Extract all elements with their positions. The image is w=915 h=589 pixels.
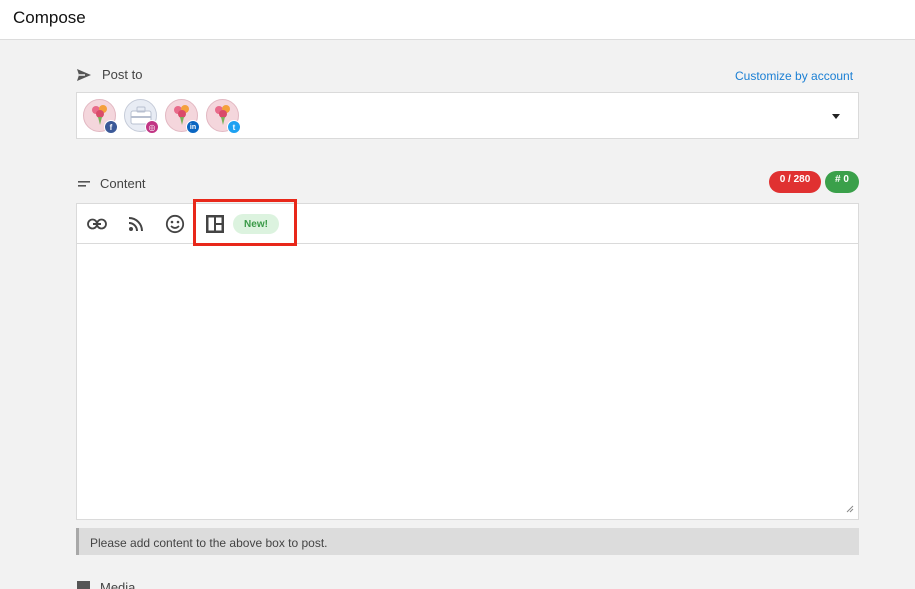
instagram-icon: ◎ bbox=[145, 120, 159, 134]
highlight-box bbox=[193, 199, 297, 246]
content-text: Content bbox=[100, 176, 146, 191]
twitter-icon: t bbox=[227, 120, 241, 134]
image-icon bbox=[77, 581, 90, 589]
short-text-icon bbox=[78, 180, 90, 187]
account-avatar-instagram[interactable]: ◎ bbox=[124, 99, 159, 134]
linkedin-icon: in bbox=[186, 120, 200, 134]
facebook-icon: f bbox=[104, 120, 118, 134]
content-label: Content bbox=[78, 176, 146, 191]
post-to-label: Post to bbox=[76, 67, 142, 82]
character-count-badge: 0 / 280 bbox=[769, 171, 821, 193]
rss-feed-button[interactable] bbox=[125, 213, 147, 235]
page-header: Compose bbox=[0, 0, 915, 40]
customize-by-account-link[interactable]: Customize by account bbox=[735, 69, 853, 83]
hashtag-count-badge: # 0 bbox=[825, 171, 859, 193]
content-editor: New! bbox=[76, 203, 859, 520]
link-icon bbox=[87, 218, 107, 230]
account-selector[interactable]: f ◎ in t bbox=[76, 92, 859, 139]
account-avatar-twitter[interactable]: t bbox=[206, 99, 241, 134]
account-avatar-linkedin[interactable]: in bbox=[165, 99, 200, 134]
rss-icon bbox=[128, 217, 143, 232]
resize-handle-icon[interactable] bbox=[846, 505, 854, 513]
chevron-down-icon[interactable] bbox=[832, 114, 840, 119]
emoji-icon bbox=[165, 214, 185, 234]
insert-link-button[interactable] bbox=[86, 213, 108, 235]
post-to-text: Post to bbox=[102, 67, 143, 82]
media-label: Media bbox=[77, 580, 135, 589]
page-title: Compose bbox=[13, 8, 86, 27]
emoji-button[interactable] bbox=[164, 213, 186, 235]
send-icon bbox=[77, 68, 91, 81]
content-textarea[interactable] bbox=[77, 245, 858, 519]
media-text: Media bbox=[100, 580, 136, 589]
content-notice: Please add content to the above box to p… bbox=[76, 528, 859, 555]
account-avatar-facebook[interactable]: f bbox=[83, 99, 118, 134]
